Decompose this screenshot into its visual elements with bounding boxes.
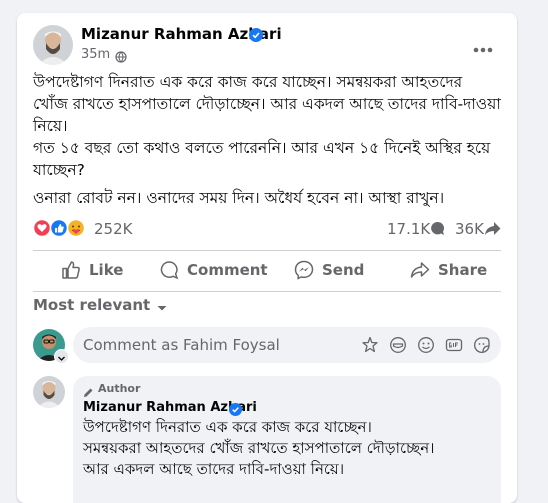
thumbs-up-icon bbox=[61, 260, 81, 280]
comment-icon bbox=[159, 260, 179, 280]
comment-filter-dropdown[interactable]: Most relevant bbox=[33, 296, 168, 314]
pencil-icon bbox=[83, 383, 94, 397]
avatar-chevron-icon[interactable] bbox=[54, 349, 69, 364]
reaction-icons[interactable] bbox=[32, 218, 91, 238]
share-count[interactable]: 36K bbox=[455, 220, 484, 238]
like-button[interactable]: Like bbox=[61, 259, 123, 281]
reaction-count[interactable]: 252K bbox=[94, 220, 132, 238]
comment-filter-label: Most relevant bbox=[33, 296, 151, 314]
send-label: Send bbox=[322, 261, 365, 279]
share-icon bbox=[410, 260, 430, 280]
share-button[interactable]: Share bbox=[410, 259, 487, 281]
reply-author-avatar[interactable] bbox=[33, 376, 65, 408]
emoji-icon-alt[interactable] bbox=[389, 336, 407, 354]
post-time[interactable]: 35m bbox=[81, 47, 110, 62]
divider bbox=[33, 250, 501, 251]
share-arrow-icon bbox=[484, 221, 501, 236]
post-paragraph-1: উপদেষ্টাগণ দিনরাত এক করে কাজ করে যাচ্ছেন… bbox=[33, 73, 501, 135]
like-label: Like bbox=[89, 261, 124, 279]
verified-badge-icon bbox=[249, 27, 263, 42]
author-badge-label: Author bbox=[98, 382, 141, 395]
avatar-sticker-icon[interactable] bbox=[361, 336, 379, 354]
comment-count[interactable]: 17.1K bbox=[387, 220, 430, 238]
gif-icon[interactable] bbox=[445, 336, 463, 354]
post-paragraph-3: ওনারা রোবট নন। ওনাদের সময় দিন। অধৈর্য হ… bbox=[33, 189, 445, 207]
messenger-icon bbox=[294, 260, 314, 280]
emoji-icon[interactable] bbox=[417, 336, 435, 354]
comment-label: Comment bbox=[187, 261, 268, 279]
divider bbox=[33, 291, 501, 292]
comment-input[interactable]: Comment as Fahim Foysal bbox=[73, 327, 501, 363]
send-button[interactable]: Send bbox=[294, 259, 364, 281]
comment-input-placeholder: Comment as Fahim Foysal bbox=[83, 336, 280, 354]
reply-bubble: Author Mizanur Rahman Azhari উপদেষ্টাগণ … bbox=[73, 376, 501, 503]
post-paragraph-2: গত ১৫ বছর তো কথাও বলতে পারেননি। আর এখন ১… bbox=[33, 139, 491, 179]
post-card: Mizanur Rahman Azhari 35m উপদেষ্টাগণ দিন… bbox=[17, 13, 517, 503]
author-badge: Author bbox=[83, 382, 141, 397]
globe-icon bbox=[115, 48, 127, 63]
more-options-icon[interactable] bbox=[472, 39, 494, 53]
reply-text-line-1: উপদেষ্টাগণ দিনরাত এক করে কাজ করে যাচ্ছেন… bbox=[83, 418, 372, 436]
author-avatar[interactable] bbox=[33, 25, 73, 65]
sticker-icon[interactable] bbox=[473, 336, 491, 354]
share-label: Share bbox=[438, 261, 488, 279]
reply-verified-badge-icon bbox=[229, 401, 242, 416]
reply-text-line-2: সমন্বয়করা আহতদের খোঁজ রাখতে হাসপাতালে দ… bbox=[83, 439, 435, 457]
comment-bubble-icon bbox=[430, 221, 445, 236]
chevron-down-icon bbox=[156, 299, 168, 311]
comment-button[interactable]: Comment bbox=[159, 259, 268, 281]
reply-text-line-3: আর একদল আছে তাদের দাবি-দাওয়া নিয়ে। bbox=[83, 460, 345, 478]
